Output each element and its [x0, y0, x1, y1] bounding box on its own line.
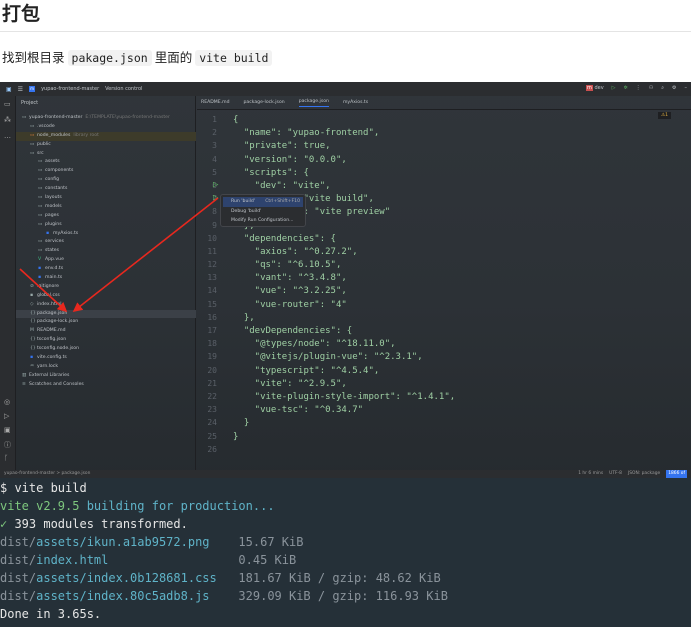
- annotation-arrows: [19, 197, 219, 313]
- red-arrow: [72, 197, 219, 312]
- terminal-line: dist/assets/index.80c5adb8.js 329.09 KiB…: [0, 587, 691, 605]
- memory-indicator[interactable]: 1866 of: [666, 470, 687, 478]
- red-arrow: [19, 268, 68, 313]
- terminal-text: 329.09 KiB / gzip: 116.93 KiB: [209, 589, 448, 603]
- section-heading: 打包: [2, 3, 41, 25]
- terminal-text: 0.45 KiB: [108, 553, 297, 567]
- terminal-output: $ vite build vite v2.9.5 building for pro…: [0, 478, 691, 627]
- terminal-text: assets/index.0b128681.css: [36, 571, 217, 585]
- terminal-text: assets/ikun.a1ab9572.png: [36, 535, 210, 549]
- time-tracker: 1 hr 6 mins: [578, 471, 604, 476]
- instruction-paragraph: 找到根目录 pakage.json 里面的 vite build: [2, 48, 275, 68]
- status-bar: yupao-frontend-master > package.json 1 h…: [0, 470, 691, 478]
- terminal-line: dist/index.html 0.45 KiB: [0, 551, 691, 569]
- terminal-text: 15.67 KiB: [209, 535, 304, 549]
- terminal-line: $ vite build: [0, 479, 691, 497]
- terminal-text: vite v2.9.5: [0, 499, 87, 513]
- inline-code: pakage.json: [67, 50, 152, 66]
- terminal-text: 181.67 KiB / gzip: 48.62 KiB: [216, 571, 441, 585]
- terminal-text: Done in 3.65s.: [0, 607, 102, 621]
- terminal-text: building for production...: [86, 499, 275, 513]
- text: 找到根目录: [2, 50, 65, 65]
- terminal-text: dist/: [0, 553, 37, 567]
- terminal-line: Done in 3.65s.: [0, 605, 691, 623]
- terminal-text: dist/: [0, 571, 37, 585]
- ide-screenshot: ▣ ☰ m yupao-frontend-master Version cont…: [0, 82, 691, 478]
- terminal-line: dist/assets/ikun.a1ab9572.png 15.67 KiB: [0, 533, 691, 551]
- terminal-line: dist/assets/index.0b128681.css 181.67 Ki…: [0, 569, 691, 587]
- terminal-text: dist/: [0, 535, 37, 549]
- terminal-text: index.html: [36, 553, 109, 567]
- terminal-line: vite v2.9.5 building for production...: [0, 497, 691, 515]
- terminal-line: ✓ 393 modules transformed.: [0, 515, 691, 533]
- text: 里面的: [154, 50, 193, 65]
- terminal-text: 393 modules transformed.: [14, 517, 188, 531]
- breadcrumb[interactable]: yupao-frontend-master > package.json: [4, 471, 90, 476]
- divider: [0, 31, 691, 32]
- inline-code: vite build: [195, 50, 273, 66]
- encoding[interactable]: UTF-8: [609, 470, 622, 478]
- terminal-text: ✓: [0, 517, 15, 531]
- terminal-text: dist/: [0, 589, 37, 603]
- json-schema[interactable]: JSON: package: [628, 470, 660, 478]
- terminal-text: $ vite build: [0, 481, 87, 495]
- terminal-text: assets/index.80c5adb8.js: [36, 589, 210, 603]
